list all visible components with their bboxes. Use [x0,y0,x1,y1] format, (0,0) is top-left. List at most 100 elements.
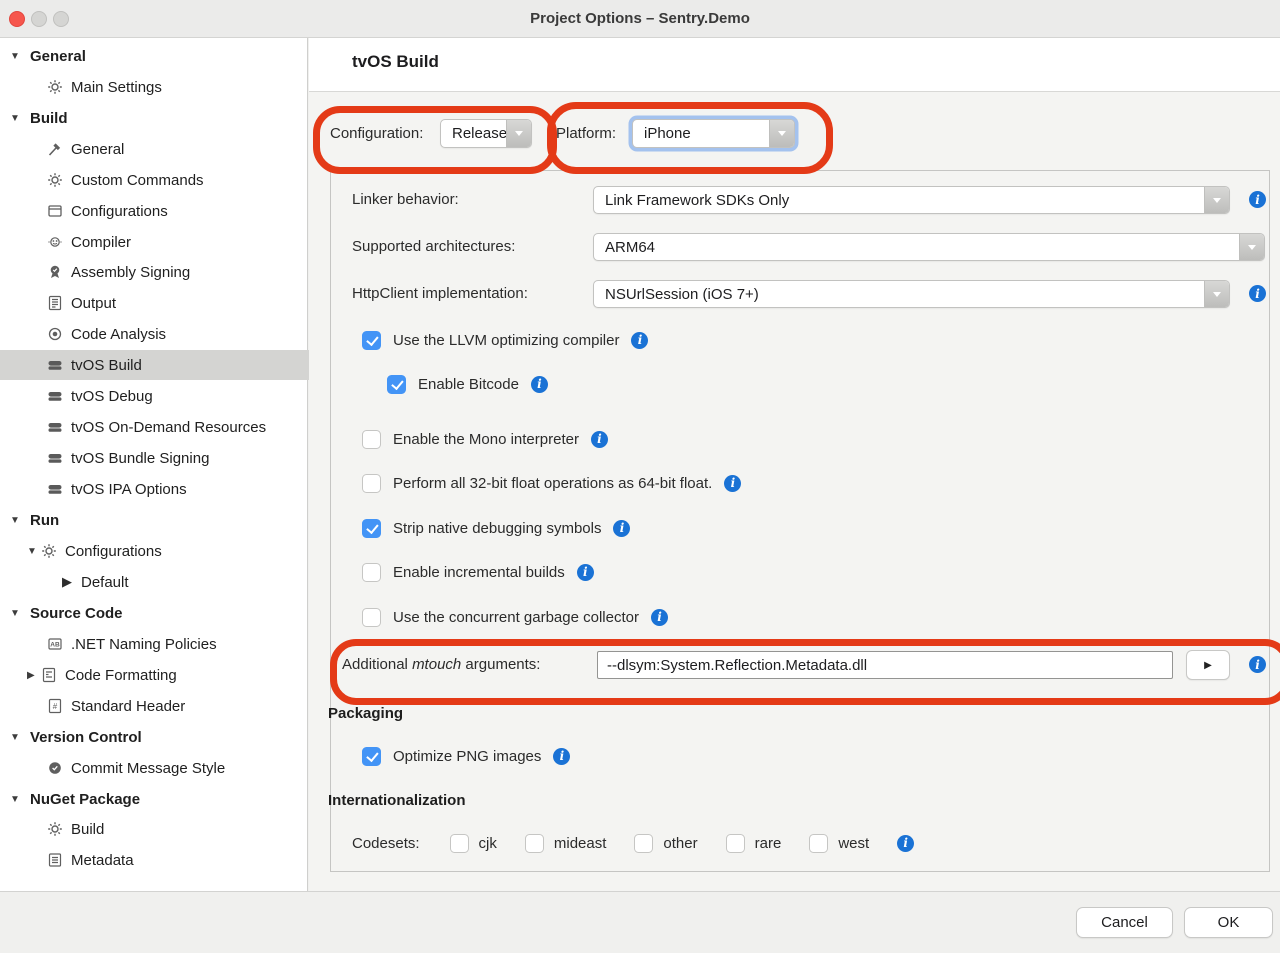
codeset-other[interactable]: other [634,834,697,853]
linker-behavior-dropdown[interactable]: Link Framework SDKs Only [593,186,1230,214]
info-icon[interactable]: i [897,835,914,852]
sidebar-item-code-formatting[interactable]: ▶Code Formatting [0,660,334,690]
info-icon[interactable]: i [631,332,648,349]
chevron-down-icon[interactable]: ▼ [10,608,23,619]
sidebar-item-code-analysis[interactable]: Code Analysis [0,319,353,349]
internationalization-header: Internationalization [328,790,466,812]
concurrent-gc-checkbox[interactable] [362,608,381,627]
checkbox-row-optimize-png[interactable]: Optimize PNG images i [362,741,570,771]
sidebar-item-tvos-debug[interactable]: tvOS Debug [0,381,353,411]
chevron-down-icon[interactable] [1204,187,1229,213]
cjk-checkbox[interactable] [450,834,469,853]
platform-dropdown[interactable]: iPhone [632,119,795,148]
sidebar-item-run-configurations[interactable]: ▼Configurations [0,536,334,566]
mono-interpreter-checkbox[interactable] [362,430,381,449]
play-icon: ▶ [1204,660,1212,671]
info-icon[interactable]: i [651,609,668,626]
checkbox-label: Use the concurrent garbage collector [393,609,639,626]
codeset-cjk[interactable]: cjk [450,834,497,853]
sidebar-item-output[interactable]: Output [0,288,353,318]
info-icon[interactable]: i [577,564,594,581]
httpclient-implementation-dropdown[interactable]: NSUrlSession (iOS 7+) [593,280,1230,308]
sidebar-item-tvos-build[interactable]: tvOS Build [0,350,353,380]
chevron-down-icon[interactable]: ▼ [27,546,40,557]
mideast-checkbox[interactable] [525,834,544,853]
supported-architectures-value: ARM64 [594,234,1239,260]
sidebar-section-general[interactable]: ▼General [0,41,317,71]
info-icon[interactable]: i [613,520,630,537]
chevron-down-icon[interactable] [769,120,794,147]
mtouch-run-button[interactable]: ▶ [1186,650,1230,680]
sidebar-item-main-settings[interactable]: Main Settings [0,72,353,102]
info-icon[interactable]: i [1249,656,1266,673]
cancel-button[interactable]: Cancel [1076,907,1173,938]
configuration-dropdown[interactable]: Release [440,119,532,148]
sidebar-section-build[interactable]: ▼Build [0,103,317,133]
info-icon[interactable]: i [591,431,608,448]
play-icon: ▶ [62,574,72,590]
checkbox-row-concurrent-gc[interactable]: Use the concurrent garbage collector i [362,602,668,632]
checkbox-row-strip-symbols[interactable]: Strip native debugging symbols i [362,513,630,543]
format-document-icon [40,667,57,684]
codeset-rare[interactable]: rare [726,834,782,853]
chevron-down-icon[interactable]: ▼ [10,51,23,62]
sidebar-item-standard-header[interactable]: #Standard Header [0,691,353,721]
sidebar-item-net-naming-policies[interactable]: AB.NET Naming Policies [0,629,353,659]
west-checkbox[interactable] [809,834,828,853]
codeset-west[interactable]: west [809,834,869,853]
sidebar-item-metadata[interactable]: Metadata [0,845,353,875]
checkbox-row-float-64[interactable]: Perform all 32-bit float operations as 6… [362,468,741,498]
sidebar-item-custom-commands[interactable]: Custom Commands [0,165,353,195]
checkbox-row-incremental-builds[interactable]: Enable incremental builds i [362,557,594,587]
sidebar-item-assembly-signing[interactable]: Assembly Signing [0,257,353,287]
sidebar-item-compiler[interactable]: Compiler [0,227,353,257]
rare-checkbox[interactable] [726,834,745,853]
supported-architectures-dropdown[interactable]: ARM64 [593,233,1265,261]
platform-value: iPhone [633,120,769,147]
other-checkbox[interactable] [634,834,653,853]
window-icon [46,203,63,220]
sidebar-section-run[interactable]: ▼Run [0,505,317,535]
ok-button[interactable]: OK [1184,907,1273,938]
mtouch-arguments-input[interactable] [597,651,1173,679]
llvm-checkbox[interactable] [362,331,381,350]
codeset-mideast[interactable]: mideast [525,834,607,853]
platform-label: Platform: [556,123,616,145]
info-icon[interactable]: i [724,475,741,492]
checkbox-row-bitcode[interactable]: Enable Bitcode i [387,369,548,399]
info-icon[interactable]: i [1249,285,1266,302]
sidebar-section-nuget-package[interactable]: ▼NuGet Package [0,784,317,814]
sidebar-item-tvos-bundle-signing[interactable]: tvOS Bundle Signing [0,443,353,473]
sidebar-item-commit-message-style[interactable]: Commit Message Style [0,753,353,783]
chevron-down-icon[interactable] [1204,281,1229,307]
info-icon[interactable]: i [553,748,570,765]
sidebar-item-tvos-on-demand-resources[interactable]: tvOS On-Demand Resources [0,412,353,442]
chevron-right-icon[interactable]: ▶ [27,670,40,681]
checkbox-row-llvm[interactable]: Use the LLVM optimizing compiler i [362,325,648,355]
strip-symbols-checkbox[interactable] [362,519,381,538]
checkbox-row-mono-interpreter[interactable]: Enable the Mono interpreter i [362,424,608,454]
incremental-builds-checkbox[interactable] [362,563,381,582]
apple-tv-icon [46,388,63,405]
bitcode-checkbox[interactable] [387,375,406,394]
sidebar-section-version-control[interactable]: ▼Version Control [0,722,317,752]
chevron-down-icon[interactable]: ▼ [10,794,23,805]
gear-icon [40,543,57,560]
metadata-document-icon [46,852,63,869]
checkbox-label: Enable incremental builds [393,564,565,581]
sidebar-section-source-code[interactable]: ▼Source Code [0,598,317,628]
chevron-down-icon[interactable]: ▼ [10,732,23,743]
sidebar-item-configurations[interactable]: Configurations [0,196,353,226]
optimize-png-checkbox[interactable] [362,747,381,766]
chevron-down-icon[interactable] [1239,234,1264,260]
chevron-down-icon[interactable] [506,120,531,147]
info-icon[interactable]: i [1249,191,1266,208]
sidebar-item-nuget-build[interactable]: Build [0,814,353,844]
chevron-down-icon[interactable]: ▼ [10,113,23,124]
info-icon[interactable]: i [531,376,548,393]
sidebar-item-build-general[interactable]: General [0,134,353,164]
float-64-checkbox[interactable] [362,474,381,493]
sidebar-item-tvos-ipa-options[interactable]: tvOS IPA Options [0,474,353,504]
chevron-down-icon[interactable]: ▼ [10,515,23,526]
packaging-header: Packaging [328,703,403,725]
